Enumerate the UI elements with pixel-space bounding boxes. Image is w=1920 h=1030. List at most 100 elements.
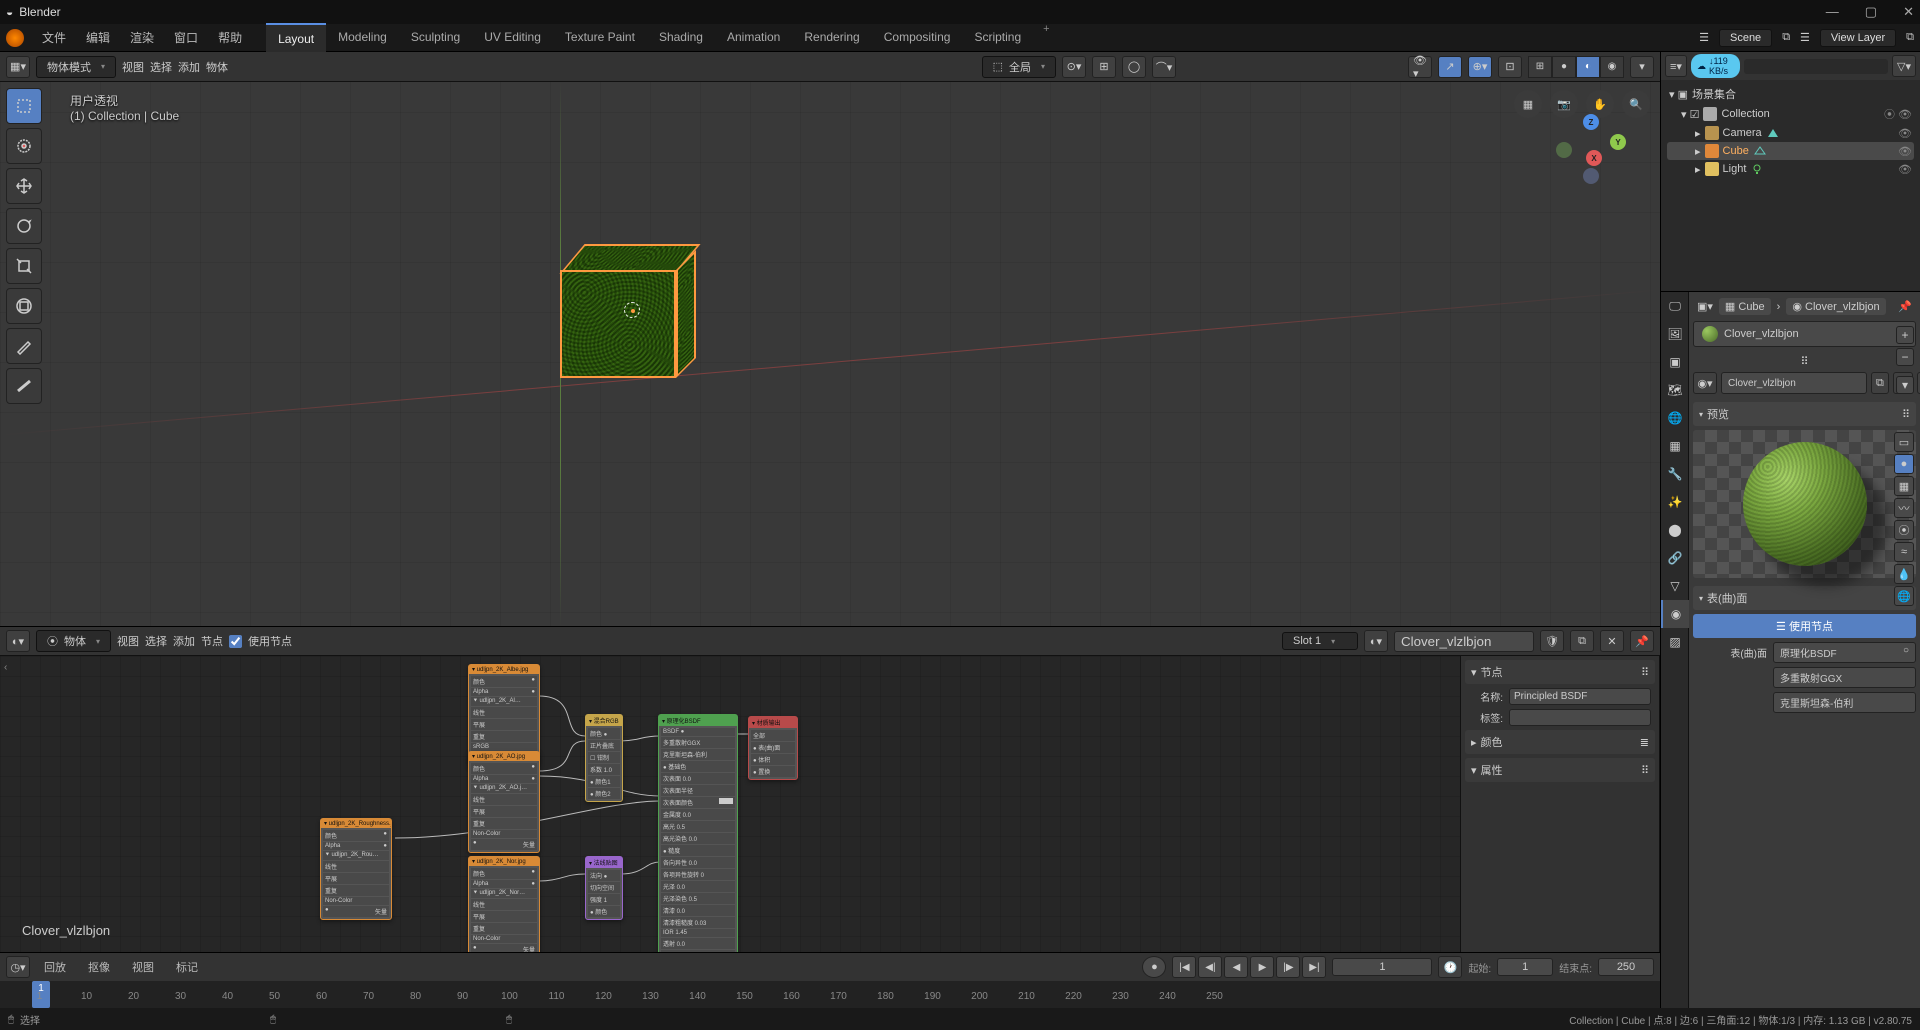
pshape-world[interactable]: 🌐 [1894,586,1914,606]
ptab-mesh[interactable]: ▽ [1661,572,1689,600]
ptab-particles[interactable]: ✨ [1661,488,1689,516]
vis-light[interactable]: 👁 [1898,163,1912,176]
add-workspace-button[interactable]: + [1033,23,1059,53]
shading-options[interactable]: ▾ [1630,56,1654,78]
camera-view-button[interactable]: ▦ [1514,90,1542,118]
camera-row[interactable]: ▸Camera👁 [1667,124,1914,142]
ptab-world[interactable]: 🌐 [1661,404,1689,432]
pshape-fluid[interactable]: 💧 [1894,564,1914,584]
tab-modeling[interactable]: Modeling [326,23,399,53]
gizmo-toggle[interactable]: ↗ [1438,56,1462,78]
menu-window[interactable]: 窗口 [164,24,208,52]
node-image-texture-2[interactable]: ▾ udljpn_2K_AO.jpg 颜色●Alpha●⯆ udljpn_2K_… [468,751,540,853]
surface-value[interactable]: 原理化BSDF ○ [1773,642,1916,663]
pshape-hair[interactable]: 〰 [1894,498,1914,518]
shading-lookdev[interactable]: ◐ [1576,56,1600,78]
ptab-output[interactable]: 🖼 [1661,320,1689,348]
distribution-value[interactable]: 多重散射GGX [1773,667,1916,688]
proportional-falloff[interactable]: ⌒▾ [1152,56,1176,78]
ptab-constraints[interactable]: 🔗 [1661,544,1689,572]
jump-start[interactable]: |◀ [1172,956,1196,978]
material-slot-selector[interactable]: Slot 1 [1282,632,1358,650]
node-principled-bsdf[interactable]: ▾ 原理化BSDF BSDF ●多重散射GGX克里斯坦森-伯利 ● 基础色次表面… [658,714,738,952]
tab-uvediting[interactable]: UV Editing [472,23,553,53]
material-new-copy[interactable]: ⧉ [1570,630,1594,652]
proportional-button[interactable]: ◯ [1122,56,1146,78]
ptab-scene[interactable]: 🗺 [1661,376,1689,404]
snap-button[interactable]: ⊞ [1092,56,1116,78]
pshape-shaderball[interactable]: ⦿ [1894,520,1914,540]
vis-coll[interactable]: ⦿ 👁 [1884,106,1912,122]
copy-scene-icon[interactable]: ⧉ [1782,31,1790,44]
scene-collection-row[interactable]: ▾ ▣场景集合 [1667,84,1914,104]
start-frame-field[interactable]: 1 [1497,958,1553,976]
tool-select-box[interactable] [6,88,42,124]
ptab-viewlayer[interactable]: ▣ [1661,348,1689,376]
mat-specials-menu[interactable]: ▾ [1896,376,1914,394]
tab-scripting[interactable]: Scripting [962,23,1033,53]
tool-cursor[interactable] [6,128,42,164]
node-side-header[interactable]: ▾ 节点⠿ [1465,660,1655,684]
slot-dots[interactable]: ⠿ [1693,355,1916,368]
ptab-texture[interactable]: ▨ [1661,628,1689,656]
vis-cube[interactable]: 👁 [1898,145,1912,158]
outliner-type[interactable]: ≡▾ [1665,55,1687,77]
vis-cam[interactable]: 👁 [1898,127,1912,140]
scene-selector[interactable]: Scene [1719,29,1772,47]
tab-sculpting[interactable]: Sculpting [399,23,472,53]
tool-scale[interactable] [6,248,42,284]
pivot-button[interactable]: ⊙▾ [1062,56,1086,78]
timeline-editor-type[interactable]: ◷▾ [6,956,30,978]
node-menu-select[interactable]: 选择 [145,633,167,649]
tl-marker[interactable]: 标记 [168,959,206,975]
current-frame-field[interactable]: 1 [1332,958,1432,976]
menu-file[interactable]: 文件 [32,24,76,52]
orientation-dropdown[interactable]: ⬚ 全局 [982,56,1056,78]
copy-layer-icon[interactable]: ⧉ [1906,31,1914,44]
pshape-sphere[interactable]: ● [1894,454,1914,474]
node-image-texture-normal[interactable]: ▾ udljpn_2K_Nor.jpg 颜色●Alpha●⯆ udljpn_2K… [468,856,540,952]
gizmo-y-neg[interactable] [1556,142,1572,158]
ptab-physics[interactable]: ⬤ [1661,516,1689,544]
tab-animation[interactable]: Animation [715,23,792,53]
shading-solid[interactable]: ● [1552,56,1576,78]
xray-toggle[interactable]: ⊡ [1498,56,1522,78]
window-close[interactable]: ✕ [1903,4,1914,20]
ptab-material[interactable]: ◉ [1661,600,1689,628]
light-row[interactable]: ▸Light👁 [1667,160,1914,178]
node-mix-rgb[interactable]: ▾ 混合RGB 颜色 ●正片叠底☐ 钳制系数 1.0● 颜色1● 颜色2 [585,714,623,802]
keyframe-prev[interactable]: ◀| [1198,956,1222,978]
vp-menu-add[interactable]: 添加 [178,59,200,75]
node-menu-node[interactable]: 节点 [201,633,223,649]
mat-copy[interactable]: ⧉ [1871,372,1889,394]
node-menu-add[interactable]: 添加 [173,633,195,649]
tab-rendering[interactable]: Rendering [792,23,871,53]
subsurface-method[interactable]: 克里斯坦森-伯利 [1773,692,1916,713]
vp-menu-object[interactable]: 物体 [206,59,228,75]
timeline-track[interactable]: 1 11020304050607080901001101201301401501… [0,981,1660,1008]
menu-render[interactable]: 渲染 [120,24,164,52]
tab-layout[interactable]: Layout [266,23,326,53]
mat-name-input[interactable] [1721,372,1867,394]
outliner-filter[interactable]: ▽▾ [1892,55,1916,77]
mat-add-slot[interactable]: + [1896,326,1914,344]
ptab-render[interactable]: 🖵 [1661,292,1689,320]
use-nodes-checkbox[interactable] [229,635,242,648]
cube-row[interactable]: ▸Cube👁 [1667,142,1914,160]
mat-browse[interactable]: ◉▾ [1693,372,1717,394]
gizmo-z[interactable]: Z [1583,114,1599,130]
node-label-field[interactable] [1509,709,1651,726]
outliner-search[interactable] [1744,59,1888,74]
vp-menu-select[interactable]: 选择 [150,59,172,75]
tab-compositing[interactable]: Compositing [872,23,963,53]
tool-move[interactable] [6,168,42,204]
visibility-toggle[interactable]: 👁▾ [1408,56,1432,78]
crumb-material[interactable]: ◉ Clover_vlzlbjon [1786,298,1885,315]
play-reverse[interactable]: ◀ [1224,956,1248,978]
node-material-output[interactable]: ▾ 材质输出 全部● 表(曲)面● 体积● 置换 [748,716,798,780]
ptab-object[interactable]: ▦ [1661,432,1689,460]
node-editor-type[interactable]: ◐▾ [6,630,30,652]
overlays-toggle[interactable]: ⊕▾ [1468,56,1492,78]
shading-wireframe[interactable]: ⊞ [1528,56,1552,78]
material-name-field[interactable] [1394,631,1534,652]
